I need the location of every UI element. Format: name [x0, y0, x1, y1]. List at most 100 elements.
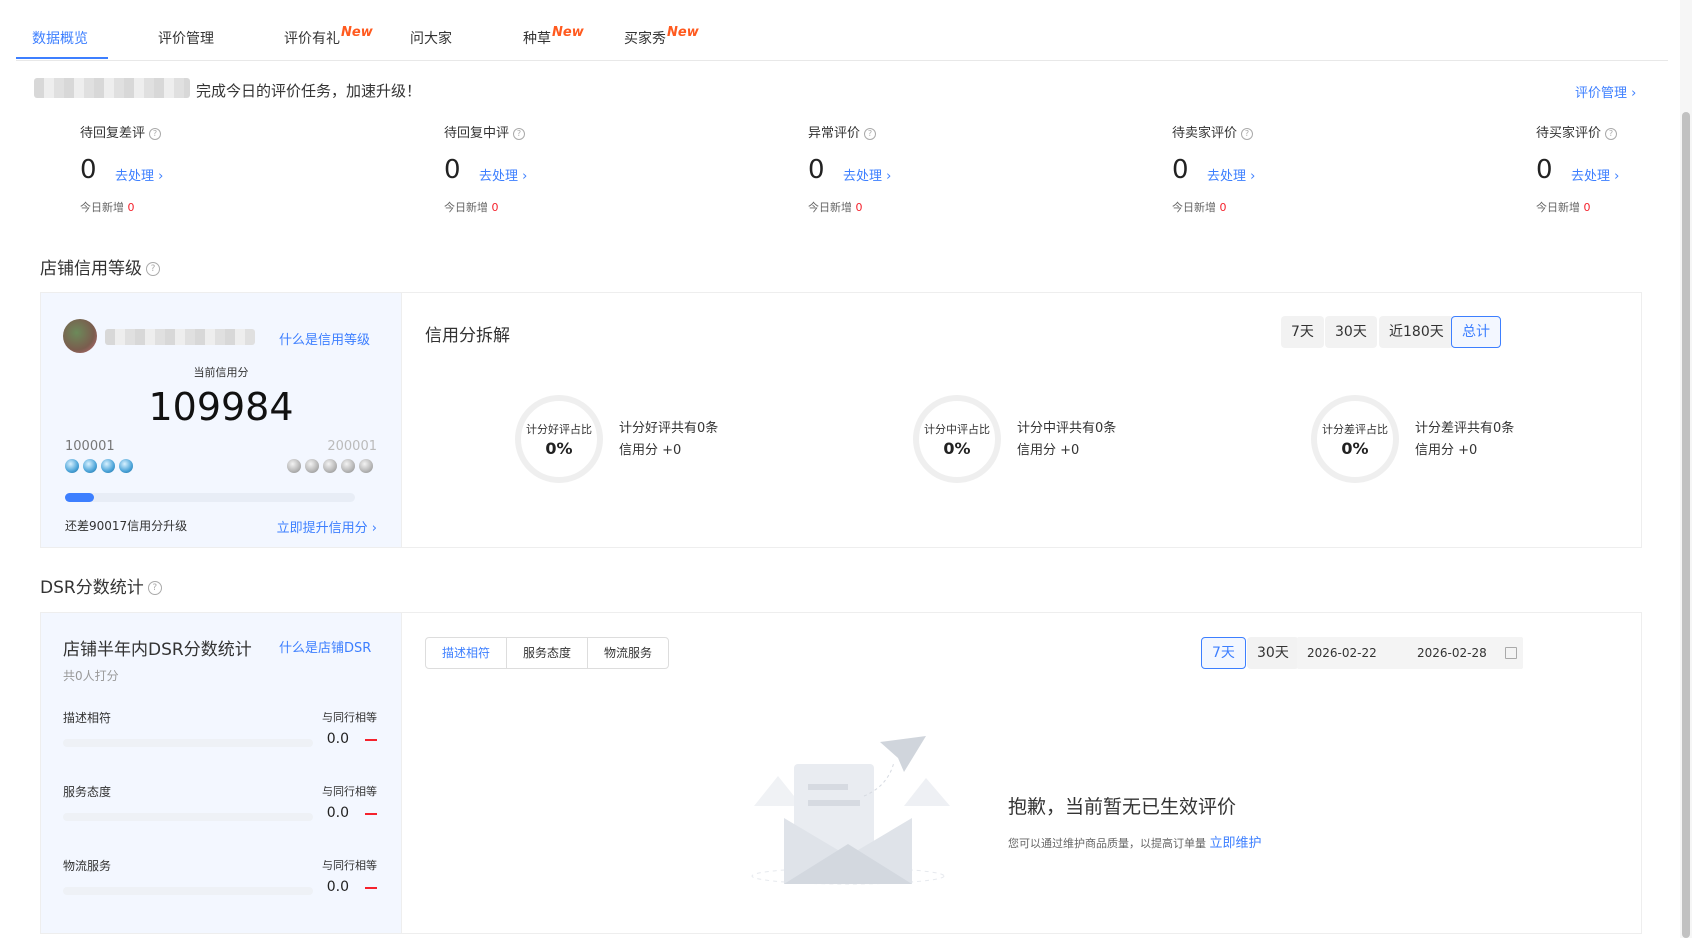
stat-pending-negative: 待回复差评? 0 去处理 › 今日新增 0: [80, 122, 300, 215]
today-new-label: 今日新增: [1536, 201, 1580, 214]
blurred-shop-name: [105, 329, 255, 345]
stat-label: 待买家评价: [1536, 126, 1602, 141]
credit-section-title: 店铺信用等级?: [40, 254, 160, 279]
period-total-button[interactable]: 总计: [1451, 316, 1501, 348]
today-new-value: 0: [855, 201, 863, 214]
segment-service[interactable]: 服务态度: [507, 638, 589, 668]
today-new-label: 今日新增: [80, 201, 124, 214]
what-is-credit-link[interactable]: 什么是信用等级: [279, 329, 370, 348]
credit-progress-bar: [65, 493, 355, 502]
stat-pending-seller: 待卖家评价? 0 去处理 › 今日新增 0: [1172, 122, 1392, 215]
tab-review-gift[interactable]: 评价有礼 New: [284, 25, 373, 48]
question-icon[interactable]: ?: [864, 127, 877, 140]
grey-gem-icon: [287, 459, 301, 473]
tab-label: 买家秀: [624, 31, 666, 47]
what-is-dsr-link[interactable]: 什么是店铺DSR: [279, 637, 371, 656]
dsr-row-score: 0.0: [326, 731, 349, 747]
date-end[interactable]: 2026-02-28: [1417, 646, 1487, 660]
go-handle-link[interactable]: 去处理 ›: [1571, 165, 1619, 184]
review-management-link[interactable]: 评价管理 ›: [1575, 82, 1636, 101]
stat-label: 待回复中评: [444, 126, 510, 141]
panel-divider: [401, 613, 402, 933]
paper-line: [808, 784, 848, 790]
credit-progress-fill: [65, 493, 94, 502]
credit-breakdown-title: 信用分拆解: [425, 326, 510, 346]
blue-gem-icon: [101, 459, 115, 473]
today-new-label: 今日新增: [808, 201, 852, 214]
level-high-value: 200001: [327, 439, 377, 454]
today-new-value: 0: [491, 201, 499, 214]
dsr-row-compare: 与同行相等: [322, 859, 377, 872]
stat-pending-buyer: 待买家评价? 0 去处理 › 今日新增 0: [1536, 122, 1666, 215]
dsr-row-description: 描述相符 与同行相等 0.0: [63, 709, 377, 769]
question-icon[interactable]: ?: [146, 262, 160, 276]
tab-seeding[interactable]: 种草 New: [523, 25, 584, 48]
tab-buyer-show[interactable]: 买家秀 New: [624, 25, 699, 48]
tab-label: 评价有礼: [284, 31, 340, 47]
dsr-row-bar: [63, 739, 313, 747]
tab-review-management[interactable]: 评价管理: [158, 28, 214, 48]
boost-credit-link[interactable]: 立即提升信用分 ›: [277, 517, 377, 536]
active-tab-indicator: [16, 57, 108, 59]
go-handle-link[interactable]: 去处理 ›: [115, 165, 163, 184]
stat-value: 0: [1172, 155, 1189, 185]
date-start[interactable]: 2026-02-22: [1307, 646, 1377, 660]
next-level-gems: [287, 458, 373, 474]
scrollbar-thumb[interactable]: [1682, 112, 1690, 938]
level-low-value: 100001: [65, 439, 115, 454]
tab-ask-everyone[interactable]: 问大家: [410, 28, 452, 48]
calendar-icon[interactable]: [1505, 647, 1517, 659]
dsr-row-service: 服务态度 与同行相等 0.0: [63, 783, 377, 843]
dsr-row-name: 描述相符: [63, 711, 112, 725]
segment-description[interactable]: 描述相符: [426, 638, 508, 668]
question-icon[interactable]: ?: [147, 581, 162, 595]
equal-dash-icon: [365, 739, 377, 741]
grey-gem-icon: [341, 459, 355, 473]
tab-data-overview[interactable]: 数据概览: [32, 28, 88, 48]
question-icon[interactable]: ?: [1605, 127, 1618, 140]
empty-state-description: 您可以通过维护商品质量，以提高订单量 立即维护: [1008, 832, 1262, 851]
go-handle-link[interactable]: 去处理 ›: [1207, 165, 1255, 184]
remain-to-upgrade: 还差90017信用分升级: [65, 519, 188, 533]
segment-logistics[interactable]: 物流服务: [588, 638, 668, 668]
ring-count-text: 计分好评共有0条: [619, 421, 719, 436]
date-range-picker[interactable]: 2026-02-22 2026-02-28: [1297, 637, 1523, 669]
period-180d-button[interactable]: 近180天: [1379, 316, 1454, 348]
dsr-rater-count: 共0人打分: [63, 669, 119, 683]
tab-label: 数据概览: [32, 31, 88, 47]
today-new-value: 0: [1583, 201, 1591, 214]
go-handle-link[interactable]: 去处理 ›: [479, 165, 527, 184]
ring-percent: 0%: [943, 439, 971, 458]
dsr-row-bar: [63, 813, 313, 821]
stat-value: 0: [80, 155, 97, 185]
ring-credit-text: 信用分 +0: [619, 443, 682, 458]
dsr-row-name: 服务态度: [63, 785, 112, 799]
credit-score: 109984: [148, 385, 294, 429]
section-title-text: DSR分数统计: [40, 578, 144, 598]
ring-label: 计分好评占比: [526, 423, 592, 436]
ring-label: 计分差评占比: [1322, 423, 1388, 436]
dsr-row-logistics: 物流服务 与同行相等 0.0: [63, 857, 377, 917]
credit-summary: 什么是信用等级 当前信用分 109984 100001 200001 还差900…: [41, 293, 401, 547]
question-icon[interactable]: ?: [149, 127, 162, 140]
maintain-now-link[interactable]: 立即维护: [1210, 836, 1262, 851]
period-7d-button[interactable]: 7天: [1281, 316, 1324, 348]
tab-label: 种草: [523, 31, 551, 47]
blurred-username: [34, 78, 190, 98]
dsr-period-7d-button[interactable]: 7天: [1201, 637, 1246, 669]
ring-count-text: 计分差评共有0条: [1415, 421, 1515, 436]
blue-gem-icon: [83, 459, 97, 473]
dsr-row-name: 物流服务: [63, 859, 112, 873]
period-30d-button[interactable]: 30天: [1325, 316, 1377, 348]
dsr-metric-segmented: 描述相符 服务态度 物流服务: [425, 637, 670, 669]
dsr-period-30d-button[interactable]: 30天: [1247, 637, 1299, 669]
today-new-label: 今日新增: [444, 201, 488, 214]
question-icon[interactable]: ?: [1241, 127, 1254, 140]
empty-state-title: 抱歉，当前暂无已生效评价: [1008, 796, 1237, 818]
new-badge: New: [341, 25, 373, 40]
go-handle-link[interactable]: 去处理 ›: [843, 165, 891, 184]
new-badge: New: [552, 25, 584, 40]
question-icon[interactable]: ?: [513, 127, 526, 140]
stat-label: 待回复差评: [80, 126, 146, 141]
scrollbar[interactable]: [1680, 0, 1692, 938]
